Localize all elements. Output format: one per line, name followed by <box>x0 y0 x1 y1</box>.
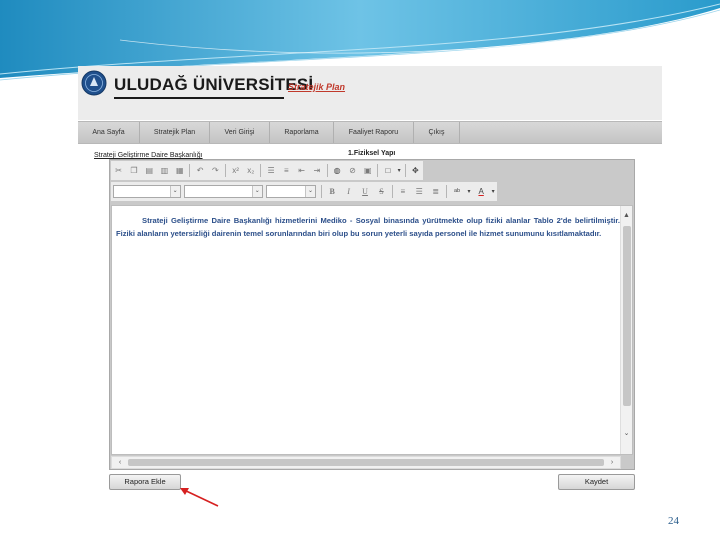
university-seal-icon <box>81 70 107 96</box>
copy-icon[interactable]: ❐ <box>126 163 141 178</box>
align-right-icon[interactable]: ≣ <box>427 184 443 199</box>
scroll-left-icon[interactable]: ‹ <box>114 457 126 468</box>
nav-item-stratejik-plan[interactable]: Stratejik Plan <box>140 122 210 143</box>
toolbar-separator <box>260 164 262 177</box>
vertical-scroll-thumb[interactable] <box>623 226 631 406</box>
link-icon[interactable]: ◍ <box>329 163 344 178</box>
rich-text-editor: ✂ ❐ ▤ ▥ ▦ ↶ ↷ x² x₂ ☰ ≡ ⇤ ⇥ ◍ ⊘ ▣ □ ▾ ✥ <box>109 159 635 470</box>
toolbar-separator <box>326 164 328 177</box>
bulleted-list-icon[interactable]: ≡ <box>279 163 294 178</box>
app-header: ULUDAĞ ÜNİVERSİTESİ Stratejik Plan <box>78 66 662 120</box>
align-center-icon[interactable]: ☰ <box>411 184 427 199</box>
editor-content-area[interactable]: Strateji Geliştirme Daire Başkanlığı hiz… <box>111 205 633 455</box>
toolbar-separator <box>377 164 379 177</box>
font-select[interactable]: ⌄ <box>183 185 263 198</box>
nav-item-cikis[interactable]: Çıkış <box>414 122 460 143</box>
nav-item-ana-sayfa[interactable]: Ana Sayfa <box>78 122 140 143</box>
paste-word-icon[interactable]: ▦ <box>172 163 187 178</box>
chevron-down-icon: ⌄ <box>251 186 262 197</box>
annotation-arrow-icon <box>180 488 219 507</box>
page-number: 24 <box>668 515 679 527</box>
cut-icon[interactable]: ✂ <box>111 163 126 178</box>
size-select[interactable]: ⌄ <box>265 185 317 198</box>
toolbar-separator <box>391 185 393 198</box>
chevron-down-icon: ⌄ <box>305 186 316 197</box>
scroll-down-icon[interactable]: ⌄ <box>621 428 632 440</box>
format-select[interactable]: ⌄ <box>113 185 181 198</box>
main-navigation: Ana Sayfa Stratejik Plan Veri Girişi Rap… <box>78 121 662 144</box>
toolbar-separator <box>404 164 406 177</box>
dropdown-icon[interactable]: ▾ <box>465 184 473 199</box>
superscript-icon[interactable]: x² <box>228 163 243 178</box>
scroll-up-icon[interactable]: ▲ <box>621 210 632 222</box>
paste-text-icon[interactable]: ▥ <box>157 163 172 178</box>
strikethrough-icon[interactable]: S <box>373 184 389 199</box>
italic-icon[interactable]: I <box>340 184 356 199</box>
scroll-right-icon[interactable]: › <box>606 457 618 468</box>
toolbar-separator <box>321 185 323 198</box>
toolbar-separator <box>224 164 226 177</box>
image-icon[interactable]: ▣ <box>360 163 375 178</box>
university-name-underline <box>114 97 284 99</box>
application-window: ULUDAĞ ÜNİVERSİTESİ Stratejik Plan Ana S… <box>78 66 662 502</box>
editor-toolbar-row-2: ⌄ ⌄ ⌄ B I U S ≡ ☰ ≣ ᵃᵇ ▾ A ▾ <box>111 182 497 201</box>
nav-item-veri-girisi[interactable]: Veri Girişi <box>210 122 270 143</box>
outdent-icon[interactable]: ⇤ <box>294 163 309 178</box>
toolbar-separator <box>189 164 191 177</box>
horizontal-scroll-thumb[interactable] <box>128 459 604 466</box>
redo-icon[interactable]: ↷ <box>208 163 223 178</box>
chevron-down-icon: ⌄ <box>169 186 180 197</box>
anchor-icon[interactable]: ✥ <box>408 163 423 178</box>
bold-icon[interactable]: B <box>324 184 340 199</box>
underline-icon[interactable]: U <box>357 184 373 199</box>
numbered-list-icon[interactable]: ☰ <box>263 163 278 178</box>
undo-icon[interactable]: ↶ <box>192 163 207 178</box>
table-icon[interactable]: □ <box>380 163 395 178</box>
breadcrumb[interactable]: Strateji Geliştirme Daire Başkanlığı <box>94 152 203 159</box>
subscript-icon[interactable]: x₂ <box>243 163 258 178</box>
horizontal-scrollbar[interactable]: ‹ › <box>111 456 621 469</box>
paste-icon[interactable]: ▤ <box>142 163 157 178</box>
dropdown-icon[interactable]: ▾ <box>396 163 403 178</box>
nav-item-raporlama[interactable]: Raporlama <box>270 122 334 143</box>
toolbar-separator <box>445 185 447 198</box>
editor-content-text: Strateji Geliştirme Daire Başkanlığı hiz… <box>116 216 620 238</box>
module-label: Stratejik Plan <box>288 82 346 92</box>
add-to-report-button[interactable]: Rapora Ekle <box>109 474 181 490</box>
nav-item-faaliyet-raporu[interactable]: Faaliyet Raporu <box>334 122 414 143</box>
dropdown-icon[interactable]: ▾ <box>489 184 497 199</box>
vertical-scrollbar[interactable]: ▲ ⌄ <box>620 206 632 454</box>
university-name: ULUDAĞ ÜNİVERSİTESİ <box>114 75 314 94</box>
section-title: 1.Fiziksel Yapı <box>348 150 396 157</box>
indent-icon[interactable]: ⇥ <box>309 163 324 178</box>
unlink-icon[interactable]: ⊘ <box>345 163 360 178</box>
font-color-icon[interactable]: A <box>473 184 489 199</box>
align-left-icon[interactable]: ≡ <box>395 184 411 199</box>
highlight-color-icon[interactable]: ᵃᵇ <box>449 184 465 199</box>
editor-toolbar-row-1: ✂ ❐ ▤ ▥ ▦ ↶ ↷ x² x₂ ☰ ≡ ⇤ ⇥ ◍ ⊘ ▣ □ ▾ ✥ <box>111 161 423 180</box>
save-button[interactable]: Kaydet <box>558 474 635 490</box>
